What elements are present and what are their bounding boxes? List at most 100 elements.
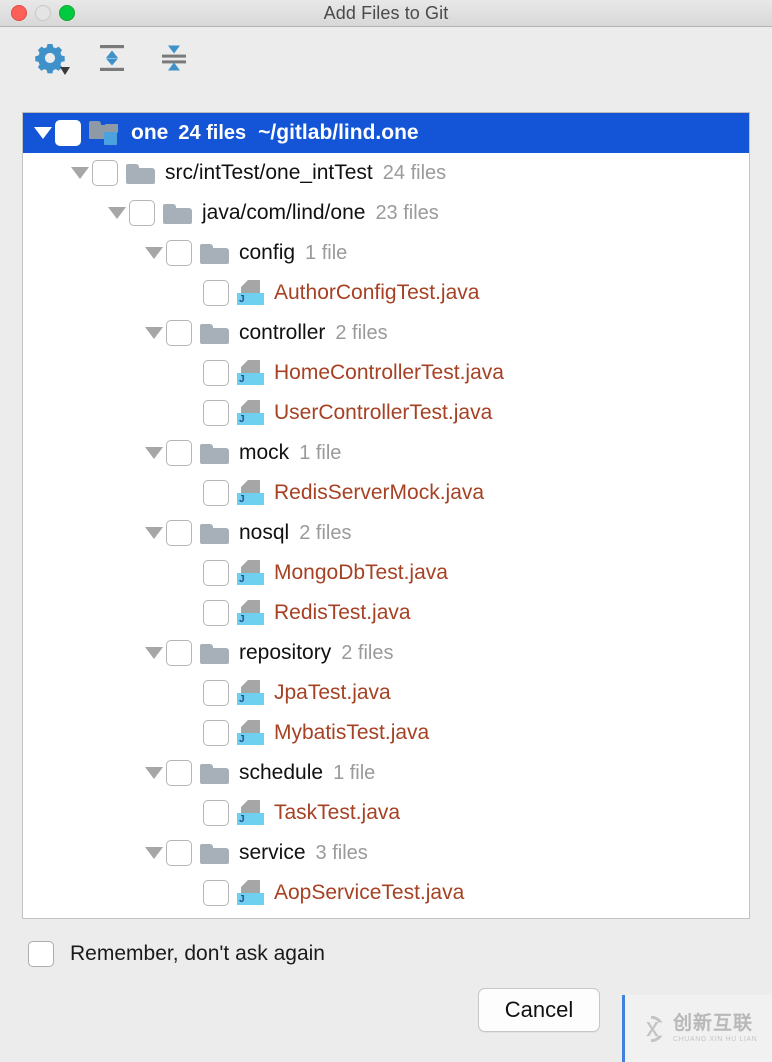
folder-icon	[163, 202, 193, 225]
tree-twisty-placeholder	[179, 793, 203, 833]
folder-icon	[200, 322, 230, 345]
tree-row-file-count: 2 files	[341, 642, 393, 665]
tree-row-file-count: 3 files	[316, 842, 368, 865]
chevron-down-icon	[60, 67, 70, 75]
tree-row[interactable]: java/com/lind/one23 files	[23, 193, 749, 233]
tree-row-checkbox[interactable]	[203, 480, 229, 506]
tree-folder-name: service	[239, 841, 306, 865]
tree-row-checkbox[interactable]	[203, 720, 229, 746]
tree-row-checkbox[interactable]	[166, 840, 192, 866]
tree-row[interactable]: controller2 files	[23, 313, 749, 353]
tree-folder-name: config	[239, 241, 295, 265]
tree-row-checkbox[interactable]	[129, 200, 155, 226]
tree-file-name: MongoDbTest.java	[274, 561, 448, 585]
tree-row[interactable]: repository 2 files	[23, 633, 749, 673]
folder-icon	[200, 842, 230, 865]
remember-checkbox-row[interactable]: Remember, don't ask again	[0, 919, 772, 967]
tree-row-checkbox[interactable]	[203, 600, 229, 626]
window-title-bar: Add Files to Git	[0, 0, 772, 27]
tree-row-checkbox[interactable]	[166, 240, 192, 266]
tree-file-name: RedisTest.java	[274, 601, 411, 625]
tree-folder-name: schedule	[239, 761, 323, 785]
maximize-button[interactable]	[59, 5, 75, 21]
tree-row[interactable]: JHomeControllerTest.java	[23, 353, 749, 393]
tree-file-name: RedisServerMock.java	[274, 481, 484, 505]
tree-row[interactable]: one24 files~/gitlab/lind.one	[23, 113, 749, 153]
tree-row[interactable]: J AuthorConfigTest.java	[23, 273, 749, 313]
tree-row-checkbox[interactable]	[203, 680, 229, 706]
java-file-icon: J	[237, 279, 265, 307]
chevron-down-icon[interactable]	[142, 753, 166, 793]
folder-icon	[200, 242, 230, 265]
expand-all-button[interactable]	[92, 38, 132, 78]
tree-row-checkbox[interactable]	[92, 160, 118, 186]
chevron-down-icon[interactable]	[142, 513, 166, 553]
collapse-all-icon	[157, 41, 191, 75]
chevron-down-icon[interactable]	[142, 833, 166, 873]
tree-row[interactable]: schedule1 file	[23, 753, 749, 793]
tree-row-checkbox[interactable]	[203, 560, 229, 586]
tree-file-name: TaskTest.java	[274, 801, 400, 825]
expand-all-icon	[95, 41, 129, 75]
tree-row[interactable]: mock1 file	[23, 433, 749, 473]
tree-row[interactable]: JJpaTest.java	[23, 673, 749, 713]
file-tree-panel[interactable]: one24 files~/gitlab/lind.onesrc/intTest/…	[22, 112, 750, 919]
tree-twisty-placeholder	[179, 553, 203, 593]
close-button[interactable]	[11, 5, 27, 21]
tree-row[interactable]: JTaskTest.java	[23, 793, 749, 833]
chevron-down-icon[interactable]	[68, 153, 92, 193]
tree-row-file-count: 1 file	[299, 442, 341, 465]
tree-row-checkbox[interactable]	[203, 800, 229, 826]
tree-row[interactable]: src/intTest/one_intTest24 files	[23, 153, 749, 193]
watermark-cn-text: 创新互联	[673, 1014, 757, 1033]
file-tree-list: one24 files~/gitlab/lind.onesrc/intTest/…	[23, 113, 749, 919]
collapse-all-button[interactable]	[154, 38, 194, 78]
watermark-text-group: 创新互联 CHUANG XIN HU LIAN	[673, 1014, 757, 1043]
chevron-down-icon[interactable]	[142, 433, 166, 473]
dialog-button-row: Cancel	[478, 988, 600, 1032]
folder-icon	[126, 162, 156, 185]
tree-row-checkbox[interactable]	[166, 440, 192, 466]
chevron-down-icon[interactable]	[31, 113, 55, 153]
tree-row[interactable]: JUserControllerTest.java	[23, 393, 749, 433]
tree-file-name: UserControllerTest.java	[274, 401, 492, 425]
tree-row[interactable]: nosql2 files	[23, 513, 749, 553]
tree-file-name: AuthorConfigTest.java	[274, 281, 479, 305]
tree-row-file-count: 24 files	[383, 162, 446, 185]
tree-folder-name: repository	[239, 641, 331, 665]
tree-file-name: AopServiceTest.java	[274, 881, 464, 905]
settings-gear-button[interactable]	[30, 38, 70, 78]
dialog-toolbar	[0, 27, 772, 89]
tree-twisty-placeholder	[179, 873, 203, 913]
chevron-down-icon[interactable]	[105, 193, 129, 233]
tree-row-checkbox[interactable]	[203, 400, 229, 426]
tree-row-checkbox[interactable]	[166, 760, 192, 786]
tree-row[interactable]: JMongoDbTest.java	[23, 553, 749, 593]
tree-row-checkbox[interactable]	[203, 360, 229, 386]
tree-row[interactable]: JRedisServerMock.java	[23, 473, 749, 513]
chevron-down-icon[interactable]	[142, 633, 166, 673]
tree-row-checkbox[interactable]	[203, 280, 229, 306]
module-icon	[89, 120, 121, 146]
tree-twisty-placeholder	[179, 393, 203, 433]
tree-row-checkbox[interactable]	[55, 120, 81, 146]
remember-label: Remember, don't ask again	[70, 942, 325, 966]
chevron-down-icon[interactable]	[142, 233, 166, 273]
tree-row-checkbox[interactable]	[166, 640, 192, 666]
chevron-down-icon[interactable]	[142, 313, 166, 353]
cancel-button[interactable]: Cancel	[478, 988, 600, 1032]
remember-checkbox[interactable]	[28, 941, 54, 967]
minimize-button[interactable]	[35, 5, 51, 21]
tree-row-checkbox[interactable]	[166, 520, 192, 546]
traffic-light-group	[0, 5, 75, 21]
tree-row[interactable]: JRedisTest.java	[23, 593, 749, 633]
tree-row[interactable]: config1 file	[23, 233, 749, 273]
tree-row[interactable]: JAopServiceTest.java	[23, 873, 749, 913]
tree-row-checkbox[interactable]	[166, 320, 192, 346]
tree-row[interactable]: service 3 files	[23, 833, 749, 873]
tree-row-checkbox[interactable]	[203, 880, 229, 906]
tree-row[interactable]: JMybatisTest.java	[23, 713, 749, 753]
tree-twisty-placeholder	[179, 273, 203, 313]
tree-twisty-placeholder	[179, 713, 203, 753]
tree-twisty-placeholder	[179, 593, 203, 633]
